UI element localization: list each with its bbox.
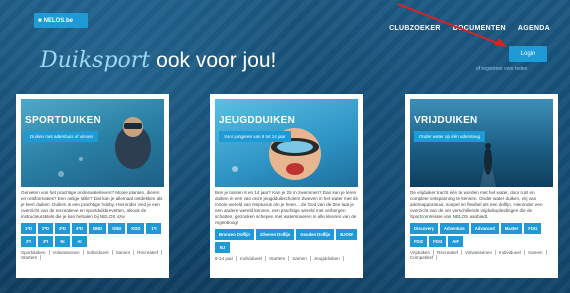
brevet-button[interactable]: Advanced <box>470 223 499 234</box>
brevet-buttons: Bronzen Dolfijn Zilveren Dolfijn Gouden … <box>215 229 358 253</box>
card-sportduiken: SPORTDUIKEN Duiken met adembuis of vinne… <box>16 94 169 278</box>
card-vrijduiken: VRIJDUIKEN Onder water op één ademteug D… <box>405 94 558 278</box>
tag[interactable]: Samen <box>528 250 547 255</box>
brevet-button[interactable]: BND <box>89 223 107 234</box>
card-description: Ben je tussen 8 en 14 jaar? Kan je 25 m … <box>215 190 359 225</box>
tag[interactable]: Samen <box>292 256 311 261</box>
card-jeugdduiken: JEUGDDUIKEN Voor jongeren van 8 tot 14 j… <box>210 94 363 278</box>
brevet-button[interactable]: FDI1 <box>524 223 542 234</box>
card-description: De vrijduiker tracht één te worden met h… <box>410 190 543 219</box>
tag[interactable]: Recreatief <box>137 250 163 255</box>
card-image: JEUGDDUIKEN Voor jongeren van 8 tot 14 j… <box>215 99 358 187</box>
card-title: VRIJDUIKEN <box>414 115 478 126</box>
card-image: SPORTDUIKEN Duiken met adembuis of vinne… <box>21 99 164 187</box>
tag[interactable]: Competitief <box>410 255 438 260</box>
tag-list: Sportduiken Volwassenen Individueel Same… <box>21 250 164 260</box>
brevet-button[interactable]: 2*I <box>21 236 36 247</box>
brevet-button[interactable]: Discovery <box>410 223 439 234</box>
card-title: SPORTDUIKEN <box>25 115 102 126</box>
tag[interactable]: 8-14 jaar <box>215 256 238 261</box>
brevet-button[interactable]: Bronzen Dolfijn <box>215 229 254 240</box>
brevet-buttons: Discovery Adventure Advanced Master FDI1… <box>410 223 553 247</box>
brevet-buttons: 1*D 2*D 3*D 4*D BND GND KDD 1*I 2*I 3*I … <box>21 223 164 247</box>
tag[interactable]: Individueel <box>499 250 525 255</box>
tag[interactable]: Recreatief <box>437 250 462 255</box>
brevet-button[interactable]: FDI3 <box>429 236 447 247</box>
tag[interactable]: Jeugdduiken <box>314 256 344 261</box>
card-subtitle-button[interactable]: Onder water op één ademteug <box>414 131 486 142</box>
tag[interactable]: Starters <box>269 256 290 261</box>
tag[interactable]: Individueel <box>87 250 113 255</box>
brevet-button[interactable]: 1*D <box>21 223 36 234</box>
brevet-button[interactable]: AI <box>72 236 87 247</box>
brevet-button[interactable]: KDD <box>127 223 145 234</box>
brevet-button[interactable]: 4*D <box>72 223 87 234</box>
brevet-button[interactable]: BJOW <box>336 229 357 240</box>
brevet-button[interactable]: 3*D <box>55 223 70 234</box>
card-subtitle-button[interactable]: Duiken met adembuis of vinnen <box>25 131 99 142</box>
brevet-button[interactable]: 1*I <box>146 223 162 234</box>
tag[interactable]: Starters <box>21 255 42 260</box>
card-description: Genieten van het prachtige onderwaterlev… <box>21 190 163 219</box>
tag[interactable]: Volwassenen <box>465 250 497 255</box>
tag-list: Vrijduiken Recreatief Volwassenen Indivi… <box>410 250 553 260</box>
brevet-button[interactable]: Gouden Dolfijn <box>296 229 335 240</box>
brevet-button[interactable]: NI <box>55 236 70 247</box>
card-title: JEUGDDUIKEN <box>219 115 296 126</box>
brevet-button[interactable]: AIF <box>448 236 464 247</box>
brevet-button[interactable]: Zilveren Dolfijn <box>255 229 295 240</box>
brevet-button[interactable]: Adventure <box>440 223 469 234</box>
brevet-button[interactable]: GND <box>108 223 126 234</box>
brevet-button[interactable]: 3*I <box>38 236 53 247</box>
tag[interactable]: Samen <box>116 250 135 255</box>
brevet-button[interactable]: FDI2 <box>410 236 428 247</box>
tag[interactable]: Individueel <box>240 256 267 261</box>
brevet-button[interactable]: 2*D <box>38 223 53 234</box>
card-image: VRIJDUIKEN Onder water op één ademteug <box>410 99 553 187</box>
card-subtitle-button[interactable]: Voor jongeren van 8 tot 14 jaar <box>219 131 291 142</box>
brevet-button[interactable]: BJ <box>215 242 230 253</box>
tag-list: 8-14 jaar Individueel Starters Samen Jeu… <box>215 256 358 261</box>
tag[interactable]: Volwassenen <box>53 250 84 255</box>
brevet-button[interactable]: Master <box>500 223 523 234</box>
